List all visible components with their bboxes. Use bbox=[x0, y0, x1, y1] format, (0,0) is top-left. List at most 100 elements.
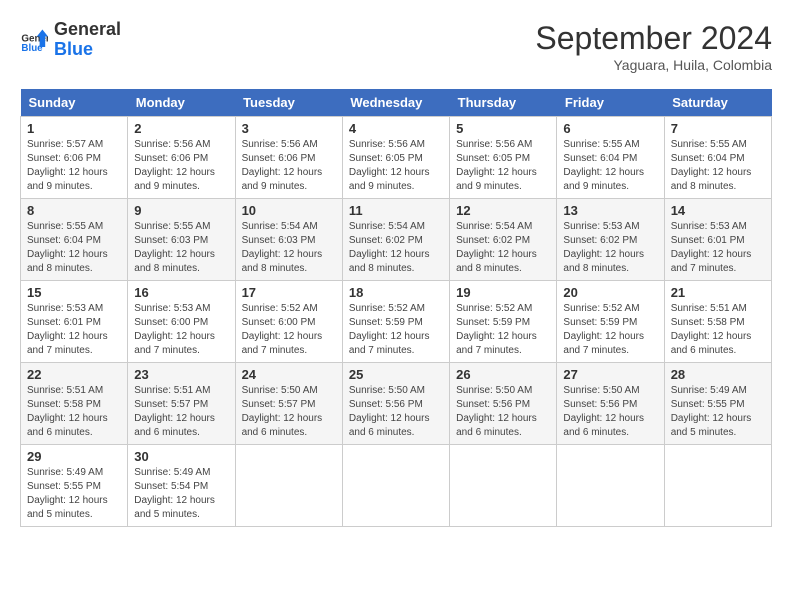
calendar-week-1: 1 Sunrise: 5:57 AMSunset: 6:06 PMDaylight… bbox=[21, 117, 772, 199]
day-info: Sunrise: 5:54 AMSunset: 6:03 PMDaylight:… bbox=[242, 220, 336, 276]
calendar-week-2: 8 Sunrise: 5:55 AMSunset: 6:04 PMDaylight… bbox=[21, 199, 772, 281]
day-info: Sunrise: 5:56 AMSunset: 6:05 PMDaylight:… bbox=[349, 138, 443, 194]
calendar-week-4: 22Sunrise: 5:51 AMSunset: 5:58 PMDayligh… bbox=[21, 363, 772, 445]
day-number: 30 bbox=[134, 449, 228, 464]
calendar-week-5: 29 Sunrise: 5:49 AMSunset: 5:55 PMDayligh… bbox=[21, 445, 772, 527]
calendar-cell: 28 Sunrise: 5:49 AMSunset: 5:55 PMDayligh… bbox=[664, 363, 771, 445]
day-number: 21 bbox=[671, 285, 765, 300]
day-info: Sunrise: 5:56 AMSunset: 6:05 PMDaylight:… bbox=[456, 138, 550, 194]
title-area: September 2024 Yaguara, Huila, Colombia bbox=[535, 20, 772, 73]
calendar-cell bbox=[235, 445, 342, 527]
day-info: Sunrise: 5:51 AMSunset: 5:58 PMDaylight:… bbox=[27, 384, 121, 440]
day-number: 29 bbox=[27, 449, 121, 464]
day-number: 25 bbox=[349, 367, 443, 382]
day-number: 8 bbox=[27, 203, 121, 218]
day-info: Sunrise: 5:51 AMSunset: 5:57 PMDaylight:… bbox=[134, 384, 228, 440]
day-number: 11 bbox=[349, 203, 443, 218]
calendar-cell: 8 Sunrise: 5:55 AMSunset: 6:04 PMDaylight… bbox=[21, 199, 128, 281]
day-number: 9 bbox=[134, 203, 228, 218]
calendar-cell: 23 Sunrise: 5:51 AMSunset: 5:57 PMDayligh… bbox=[128, 363, 235, 445]
day-number: 5 bbox=[456, 121, 550, 136]
calendar-cell: 22Sunrise: 5:51 AMSunset: 5:58 PMDayligh… bbox=[21, 363, 128, 445]
logo-icon: General Blue bbox=[20, 26, 48, 54]
calendar-cell: 27 Sunrise: 5:50 AMSunset: 5:56 PMDayligh… bbox=[557, 363, 664, 445]
day-info: Sunrise: 5:55 AMSunset: 6:04 PMDaylight:… bbox=[671, 138, 765, 194]
day-info: Sunrise: 5:55 AMSunset: 6:04 PMDaylight:… bbox=[27, 220, 121, 276]
day-number: 24 bbox=[242, 367, 336, 382]
day-info: Sunrise: 5:56 AMSunset: 6:06 PMDaylight:… bbox=[242, 138, 336, 194]
day-info: Sunrise: 5:50 AMSunset: 5:56 PMDaylight:… bbox=[563, 384, 657, 440]
day-info: Sunrise: 5:49 AMSunset: 5:54 PMDaylight:… bbox=[134, 466, 228, 522]
calendar-cell: 14 Sunrise: 5:53 AMSunset: 6:01 PMDayligh… bbox=[664, 199, 771, 281]
day-info: Sunrise: 5:51 AMSunset: 5:58 PMDaylight:… bbox=[671, 302, 765, 358]
day-number: 27 bbox=[563, 367, 657, 382]
day-info: Sunrise: 5:56 AMSunset: 6:06 PMDaylight:… bbox=[134, 138, 228, 194]
calendar-cell: 19Sunrise: 5:52 AMSunset: 5:59 PMDayligh… bbox=[450, 281, 557, 363]
day-info: Sunrise: 5:53 AMSunset: 6:01 PMDaylight:… bbox=[27, 302, 121, 358]
day-info: Sunrise: 5:53 AMSunset: 6:01 PMDaylight:… bbox=[671, 220, 765, 276]
page-header: General Blue General Blue September 2024… bbox=[20, 20, 772, 73]
calendar-cell: 12 Sunrise: 5:54 AMSunset: 6:02 PMDayligh… bbox=[450, 199, 557, 281]
day-number: 18 bbox=[349, 285, 443, 300]
day-info: Sunrise: 5:49 AMSunset: 5:55 PMDaylight:… bbox=[27, 466, 121, 522]
day-info: Sunrise: 5:52 AMSunset: 5:59 PMDaylight:… bbox=[456, 302, 550, 358]
calendar-cell: 30 Sunrise: 5:49 AMSunset: 5:54 PMDayligh… bbox=[128, 445, 235, 527]
weekday-header-monday: Monday bbox=[128, 89, 235, 117]
day-info: Sunrise: 5:53 AMSunset: 6:00 PMDaylight:… bbox=[134, 302, 228, 358]
calendar-cell: 1 Sunrise: 5:57 AMSunset: 6:06 PMDaylight… bbox=[21, 117, 128, 199]
day-number: 20 bbox=[563, 285, 657, 300]
calendar-cell: 18 Sunrise: 5:52 AMSunset: 5:59 PMDayligh… bbox=[342, 281, 449, 363]
calendar-cell bbox=[450, 445, 557, 527]
calendar-cell: 7 Sunrise: 5:55 AMSunset: 6:04 PMDaylight… bbox=[664, 117, 771, 199]
day-number: 7 bbox=[671, 121, 765, 136]
day-info: Sunrise: 5:55 AMSunset: 6:04 PMDaylight:… bbox=[563, 138, 657, 194]
day-number: 23 bbox=[134, 367, 228, 382]
day-number: 4 bbox=[349, 121, 443, 136]
calendar-week-3: 15 Sunrise: 5:53 AMSunset: 6:01 PMDayligh… bbox=[21, 281, 772, 363]
weekday-header-tuesday: Tuesday bbox=[235, 89, 342, 117]
day-info: Sunrise: 5:54 AMSunset: 6:02 PMDaylight:… bbox=[349, 220, 443, 276]
day-number: 26 bbox=[456, 367, 550, 382]
day-number: 3 bbox=[242, 121, 336, 136]
day-number: 12 bbox=[456, 203, 550, 218]
calendar-cell: 20 Sunrise: 5:52 AMSunset: 5:59 PMDayligh… bbox=[557, 281, 664, 363]
day-info: Sunrise: 5:53 AMSunset: 6:02 PMDaylight:… bbox=[563, 220, 657, 276]
day-number: 14 bbox=[671, 203, 765, 218]
calendar-cell: 4 Sunrise: 5:56 AMSunset: 6:05 PMDaylight… bbox=[342, 117, 449, 199]
day-info: Sunrise: 5:50 AMSunset: 5:56 PMDaylight:… bbox=[456, 384, 550, 440]
weekday-header-wednesday: Wednesday bbox=[342, 89, 449, 117]
day-info: Sunrise: 5:49 AMSunset: 5:55 PMDaylight:… bbox=[671, 384, 765, 440]
calendar-cell bbox=[342, 445, 449, 527]
logo-text: General Blue bbox=[54, 20, 121, 60]
day-info: Sunrise: 5:50 AMSunset: 5:57 PMDaylight:… bbox=[242, 384, 336, 440]
calendar-cell: 10 Sunrise: 5:54 AMSunset: 6:03 PMDayligh… bbox=[235, 199, 342, 281]
day-info: Sunrise: 5:52 AMSunset: 5:59 PMDaylight:… bbox=[563, 302, 657, 358]
calendar-cell: 16 Sunrise: 5:53 AMSunset: 6:00 PMDayligh… bbox=[128, 281, 235, 363]
calendar-cell: 24 Sunrise: 5:50 AMSunset: 5:57 PMDayligh… bbox=[235, 363, 342, 445]
day-number: 16 bbox=[134, 285, 228, 300]
calendar-cell: 26 Sunrise: 5:50 AMSunset: 5:56 PMDayligh… bbox=[450, 363, 557, 445]
day-number: 28 bbox=[671, 367, 765, 382]
calendar-cell: 21 Sunrise: 5:51 AMSunset: 5:58 PMDayligh… bbox=[664, 281, 771, 363]
weekday-header-sunday: Sunday bbox=[21, 89, 128, 117]
day-number: 6 bbox=[563, 121, 657, 136]
day-number: 1 bbox=[27, 121, 121, 136]
calendar-cell: 25Sunrise: 5:50 AMSunset: 5:56 PMDayligh… bbox=[342, 363, 449, 445]
weekday-header-thursday: Thursday bbox=[450, 89, 557, 117]
calendar-cell: 9Sunrise: 5:55 AMSunset: 6:03 PMDaylight… bbox=[128, 199, 235, 281]
calendar-cell bbox=[557, 445, 664, 527]
day-number: 17 bbox=[242, 285, 336, 300]
calendar-cell: 2Sunrise: 5:56 AMSunset: 6:06 PMDaylight… bbox=[128, 117, 235, 199]
calendar-table: SundayMondayTuesdayWednesdayThursdayFrid… bbox=[20, 89, 772, 527]
month-title: September 2024 bbox=[535, 20, 772, 57]
calendar-cell: 5 Sunrise: 5:56 AMSunset: 6:05 PMDaylight… bbox=[450, 117, 557, 199]
calendar-cell: 15 Sunrise: 5:53 AMSunset: 6:01 PMDayligh… bbox=[21, 281, 128, 363]
day-number: 10 bbox=[242, 203, 336, 218]
day-info: Sunrise: 5:54 AMSunset: 6:02 PMDaylight:… bbox=[456, 220, 550, 276]
day-info: Sunrise: 5:57 AMSunset: 6:06 PMDaylight:… bbox=[27, 138, 121, 194]
day-number: 15 bbox=[27, 285, 121, 300]
calendar-cell: 11 Sunrise: 5:54 AMSunset: 6:02 PMDayligh… bbox=[342, 199, 449, 281]
weekday-header-saturday: Saturday bbox=[664, 89, 771, 117]
day-info: Sunrise: 5:52 AMSunset: 5:59 PMDaylight:… bbox=[349, 302, 443, 358]
calendar-cell bbox=[664, 445, 771, 527]
